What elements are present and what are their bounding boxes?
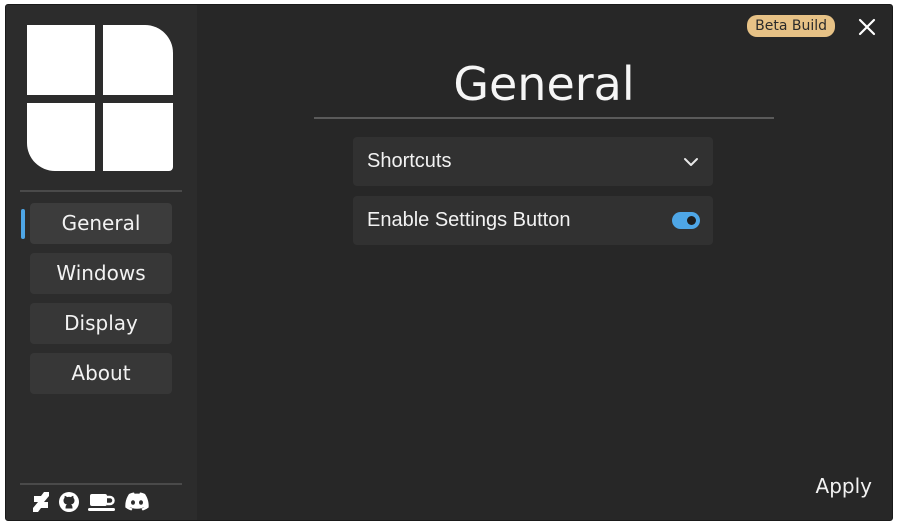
settings-window: General Windows Display About Beta Build… xyxy=(5,4,893,521)
sidebar: General Windows Display About xyxy=(6,5,197,520)
sidebar-nav: General Windows Display About xyxy=(21,203,172,403)
social-links xyxy=(32,489,150,515)
sidebar-item-label: Display xyxy=(64,311,138,335)
chevron-down-icon xyxy=(684,158,698,166)
setting-label: Shortcuts xyxy=(367,150,452,172)
sidebar-item-about[interactable]: About xyxy=(30,353,172,394)
enable-settings-toggle[interactable] xyxy=(672,212,700,229)
github-icon[interactable] xyxy=(58,491,80,513)
discord-icon[interactable] xyxy=(124,492,150,512)
sidebar-divider-top xyxy=(20,190,182,192)
beta-badge: Beta Build xyxy=(747,15,835,37)
windows-logo-icon xyxy=(27,25,173,171)
close-icon[interactable] xyxy=(856,16,878,38)
sidebar-divider-bottom xyxy=(20,483,182,485)
sidebar-item-windows[interactable]: Windows xyxy=(30,253,172,294)
title-underline xyxy=(314,117,774,119)
shortcuts-dropdown[interactable]: Shortcuts xyxy=(353,137,713,186)
apply-button[interactable]: Apply xyxy=(816,473,872,499)
enable-settings-button-row: Enable Settings Button xyxy=(353,196,713,245)
active-indicator xyxy=(21,209,25,239)
coffee-icon[interactable] xyxy=(88,491,116,513)
page-title: General xyxy=(453,57,635,111)
sidebar-item-label: About xyxy=(71,361,131,385)
sidebar-item-label: Windows xyxy=(56,261,146,285)
sidebar-item-display[interactable]: Display xyxy=(30,303,172,344)
deviantart-icon[interactable] xyxy=(32,491,50,513)
sidebar-item-label: General xyxy=(61,211,141,235)
setting-label: Enable Settings Button xyxy=(367,209,571,231)
sidebar-item-general[interactable]: General xyxy=(21,203,172,244)
toggle-knob xyxy=(687,216,696,225)
